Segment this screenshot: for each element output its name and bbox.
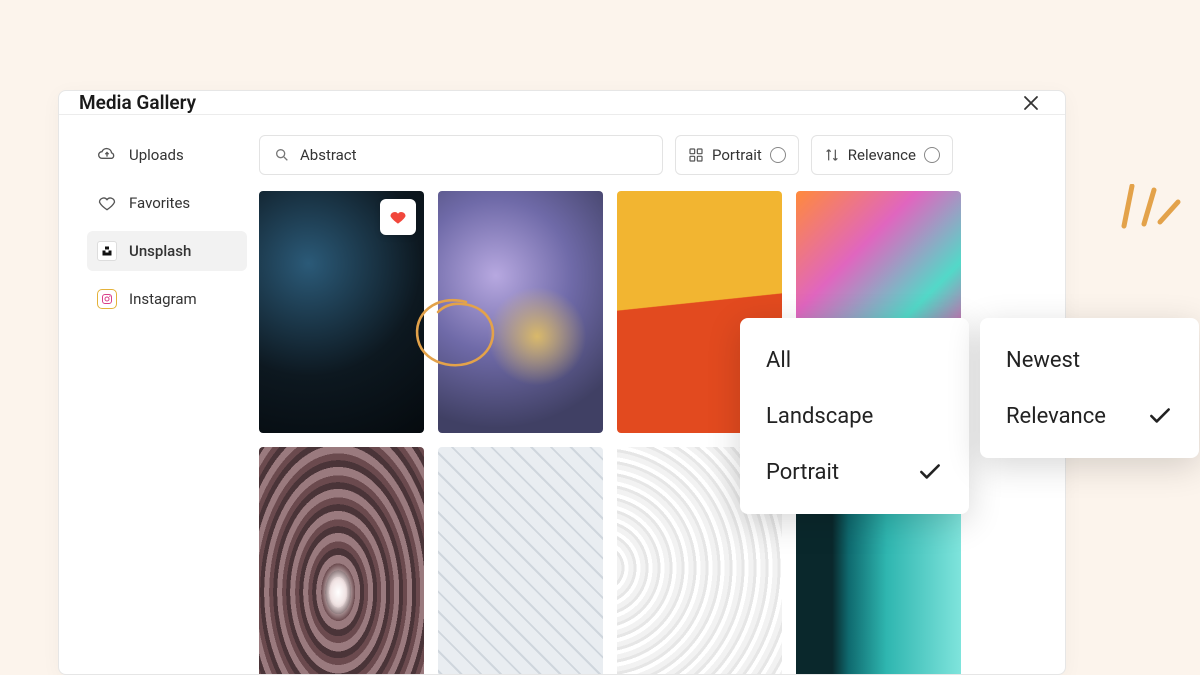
search-field[interactable] xyxy=(259,135,663,175)
sort-dropdown: Newest Relevance xyxy=(980,318,1199,458)
gallery-thumb[interactable] xyxy=(259,191,424,433)
orientation-option-landscape[interactable]: Landscape xyxy=(740,388,969,444)
spark-decoration xyxy=(1120,184,1190,240)
sort-filter-button[interactable]: Relevance xyxy=(811,135,953,175)
gallery-thumb[interactable] xyxy=(259,447,424,675)
check-icon xyxy=(1147,403,1173,429)
sort-icon xyxy=(824,147,840,163)
sidebar-item-label: Uploads xyxy=(129,146,184,164)
search-icon xyxy=(274,147,290,163)
option-label: All xyxy=(766,348,791,373)
radio-indicator-icon xyxy=(770,147,786,163)
radio-indicator-icon xyxy=(924,147,940,163)
close-button[interactable] xyxy=(1023,95,1039,111)
cloud-upload-icon xyxy=(97,145,117,165)
heart-filled-icon xyxy=(388,207,408,227)
orientation-option-all[interactable]: All xyxy=(740,332,969,388)
page-title: Media Gallery xyxy=(79,91,196,114)
sidebar-item-favorites[interactable]: Favorites xyxy=(87,183,247,223)
sidebar-item-label: Favorites xyxy=(129,194,190,212)
sort-option-relevance[interactable]: Relevance xyxy=(980,388,1199,444)
sidebar-item-unsplash[interactable]: Unsplash xyxy=(87,231,247,271)
sort-filter-label: Relevance xyxy=(848,146,916,164)
instagram-icon xyxy=(97,289,117,309)
orientation-option-portrait[interactable]: Portrait xyxy=(740,444,969,500)
gallery-thumb[interactable] xyxy=(438,191,603,433)
close-icon xyxy=(1023,95,1039,111)
favorite-button[interactable] xyxy=(380,199,416,235)
sidebar-item-label: Instagram xyxy=(129,290,197,308)
sidebar: Uploads Favorites Unsplash xyxy=(59,135,259,675)
option-label: Newest xyxy=(1006,348,1080,373)
gallery-thumb[interactable] xyxy=(438,447,603,675)
option-label: Portrait xyxy=(766,460,839,485)
sidebar-item-uploads[interactable]: Uploads xyxy=(87,135,247,175)
grid-icon xyxy=(688,147,704,163)
orientation-dropdown: All Landscape Portrait xyxy=(740,318,969,514)
search-input[interactable] xyxy=(300,146,648,164)
check-icon xyxy=(917,459,943,485)
heart-icon xyxy=(97,193,117,213)
sidebar-item-instagram[interactable]: Instagram xyxy=(87,279,247,319)
toolbar: Portrait Relevance xyxy=(259,135,1025,175)
sort-option-newest[interactable]: Newest xyxy=(980,332,1199,388)
unsplash-icon xyxy=(97,241,117,261)
sidebar-item-label: Unsplash xyxy=(129,242,191,260)
orientation-filter-button[interactable]: Portrait xyxy=(675,135,799,175)
titlebar: Media Gallery xyxy=(59,91,1065,115)
option-label: Landscape xyxy=(766,404,873,429)
option-label: Relevance xyxy=(1006,404,1106,429)
orientation-filter-label: Portrait xyxy=(712,146,762,164)
